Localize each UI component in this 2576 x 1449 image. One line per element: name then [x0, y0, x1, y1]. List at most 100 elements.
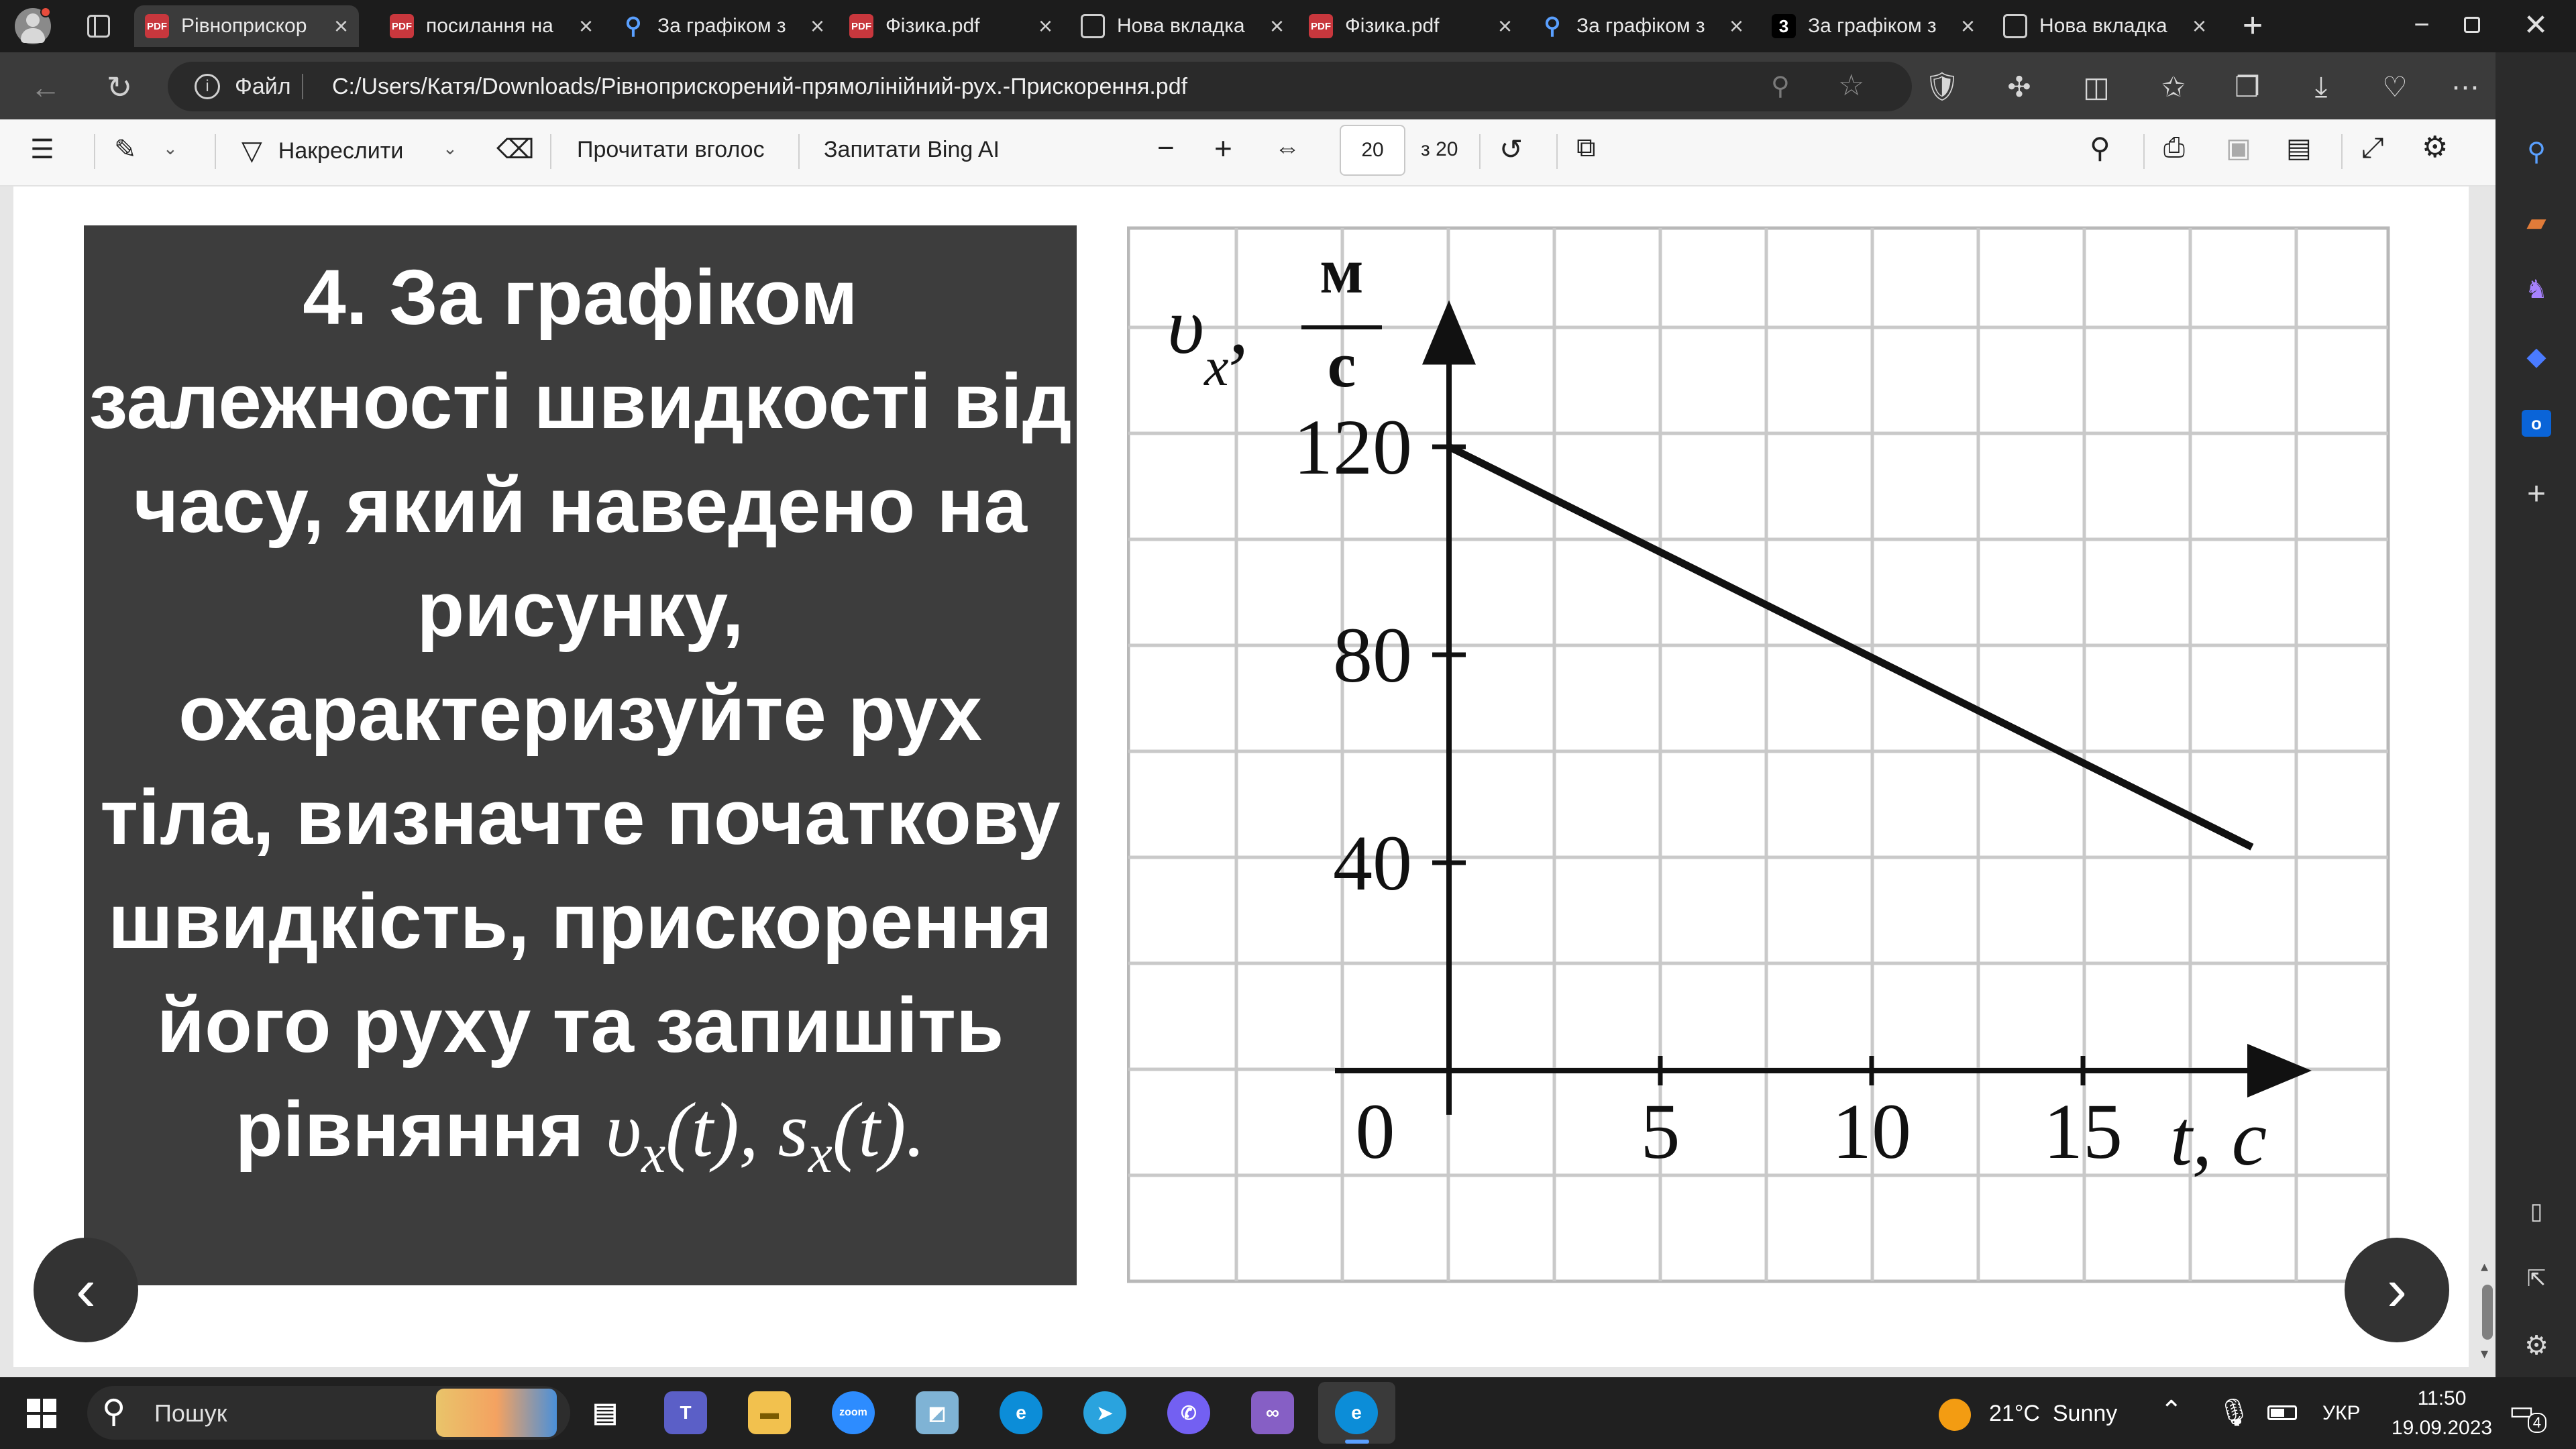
settings-more-icon[interactable]: ⋯ [2449, 70, 2482, 103]
tab[interactable]: PDF Фізика.pdf × [1298, 5, 1523, 47]
edge-browser-icon[interactable]: e [1000, 1391, 1042, 1434]
page-view-icon[interactable]: ⧉ [1576, 133, 1596, 163]
search-icon[interactable]: ⚲ [2519, 134, 2554, 169]
taskbar-search-box[interactable]: ⚲ Пошук [87, 1386, 570, 1440]
eq-subscript-2: x [808, 1124, 833, 1185]
find-icon[interactable]: ⚲ [2090, 131, 2110, 164]
tray-chevron-up-icon[interactable]: ⌃ [2160, 1395, 2183, 1426]
ask-bing-button[interactable]: Запитати Bing AI [824, 137, 1000, 163]
tab[interactable]: Нова вкладка × [1992, 5, 2217, 47]
x-axis-label: t, с [2170, 1094, 2267, 1182]
telegram-icon[interactable]: ➤ [1083, 1391, 1126, 1434]
notification-bell-icon[interactable]: 4 ▭ [2509, 1395, 2546, 1433]
close-tab-icon[interactable]: × [1270, 12, 1284, 40]
new-tab-button[interactable]: + [2234, 6, 2271, 45]
previous-page-button[interactable]: ‹ [34, 1238, 138, 1342]
close-tab-icon[interactable]: × [1729, 12, 1743, 40]
tab-actions-icon[interactable] [87, 15, 110, 38]
profile-avatar[interactable] [15, 7, 51, 44]
chevron-down-icon[interactable]: ⌄ [443, 138, 458, 159]
tab-strip: PDF Рівноприскор × PDF посилання на × ⚲ За граф… [0, 0, 2576, 52]
fit-width-icon[interactable]: ⇔ [1275, 134, 1300, 163]
downloads-icon[interactable]: ⤓ [2304, 70, 2338, 103]
x-tick-label: 15 [2043, 1087, 2123, 1175]
tab[interactable]: ⚲ За графіком з × [610, 5, 835, 47]
refresh-icon[interactable]: ↻ [102, 70, 137, 105]
contents-icon[interactable]: ☰ [30, 134, 54, 165]
battery-icon[interactable] [2267, 1405, 2297, 1420]
page-number-input[interactable]: 20 [1340, 125, 1405, 176]
shield-icon[interactable]: 🛡 [1924, 70, 1960, 103]
highlight-icon[interactable]: ✎ [114, 134, 137, 165]
tab[interactable]: PDF посилання на × [379, 5, 604, 47]
collections-icon[interactable]: ❐ [2231, 70, 2264, 103]
info-icon[interactable]: i [195, 74, 220, 99]
read-aloud-button[interactable]: Прочитати вголос [577, 137, 765, 163]
close-tab-icon[interactable]: × [579, 12, 593, 40]
close-tab-icon[interactable]: × [1498, 12, 1512, 40]
close-tab-icon[interactable]: × [1038, 12, 1053, 40]
windows-start-icon[interactable] [27, 1399, 56, 1428]
pdf-settings-gear-icon[interactable]: ⚙ [2422, 130, 2448, 164]
copilot-icon[interactable]: ◆ [2519, 339, 2554, 374]
print-icon[interactable]: ⎙ [2163, 133, 2185, 163]
tab[interactable]: PDF Фізика.pdf × [839, 5, 1063, 47]
teams-icon[interactable]: T [664, 1391, 707, 1434]
address-bar[interactable]: i Файл C:/Users/Катя/Downloads/Рівноприс… [168, 62, 1912, 111]
favorite-star-icon[interactable]: ☆ [1838, 68, 1872, 102]
minimize-button[interactable]: − [2402, 8, 2442, 42]
weather-text[interactable]: 21°C Sunny [1989, 1401, 2117, 1427]
save-as-icon[interactable]: ▤ [2286, 133, 2312, 164]
eraser-icon[interactable]: ⌫ [496, 134, 535, 165]
sidebar-settings-icon[interactable]: ⚙ [2519, 1328, 2554, 1363]
velocity-time-chart: 5 10 15 40 80 120 0 υx, мс t, с [1127, 226, 2390, 1283]
clock-time[interactable]: 11:50 [2402, 1387, 2482, 1410]
tab[interactable]: Нова вкладка × [1070, 5, 1295, 47]
microphone-icon[interactable]: 🎙 [2217, 1397, 2251, 1428]
clock-date[interactable]: 19.09.2023 [2375, 1417, 2509, 1440]
back-arrow-icon[interactable]: ← [28, 70, 63, 105]
next-page-button[interactable]: › [2345, 1238, 2449, 1342]
notes-app-icon[interactable]: ◩ [916, 1391, 959, 1434]
file-explorer-icon[interactable]: ▬ [748, 1391, 791, 1434]
tools-icon[interactable]: ▰ [2519, 205, 2554, 239]
fullscreen-icon[interactable]: ⤢ [2361, 131, 2384, 164]
tab[interactable]: ⚲ За графіком з × [1529, 5, 1754, 47]
pdf-icon: PDF [849, 14, 873, 38]
visual-studio-icon[interactable]: ∞ [1251, 1391, 1294, 1434]
edge-active-tile[interactable]: e [1318, 1382, 1395, 1444]
performance-icon[interactable]: ♡ [2378, 70, 2412, 103]
zoom-app-icon[interactable]: zoom [832, 1391, 875, 1434]
tab[interactable]: PDF Рівноприскор × [134, 5, 359, 47]
close-tab-icon[interactable]: × [334, 12, 348, 40]
sidebar-panel-icon[interactable]: ▯ [2519, 1194, 2554, 1229]
close-tab-icon[interactable]: × [2192, 12, 2206, 40]
language-indicator[interactable]: УКР [2322, 1402, 2361, 1425]
close-window-button[interactable]: ✕ [2509, 8, 2563, 42]
tab[interactable]: 3 За графіком з × [1761, 5, 1986, 47]
outlook-icon[interactable]: o [2519, 406, 2554, 441]
add-sidebar-app-icon[interactable]: + [2519, 476, 2554, 512]
origin-label: 0 [1356, 1087, 1395, 1175]
close-tab-icon[interactable]: × [1961, 12, 1975, 40]
viber-icon[interactable]: ✆ [1167, 1391, 1210, 1434]
scrollbar-thumb[interactable] [2482, 1285, 2493, 1340]
rotate-icon[interactable]: ↺ [1499, 133, 1523, 166]
task-view-icon[interactable]: ▤ [584, 1391, 627, 1434]
scrollbar-up-arrow[interactable]: ▴ [2481, 1258, 2488, 1275]
draw-button[interactable]: ▽ Накреслити [241, 136, 403, 166]
save-icon[interactable]: ▣ [2226, 133, 2251, 164]
weather-sun-icon[interactable] [1939, 1399, 1971, 1431]
favorites-icon[interactable]: ✩ [2157, 70, 2190, 103]
restore-button[interactable] [2442, 8, 2502, 42]
zoom-in-icon[interactable]: + [1214, 130, 1232, 166]
games-icon[interactable]: ♞ [2519, 272, 2554, 307]
zoom-out-icon[interactable]: − [1157, 131, 1175, 165]
chevron-down-icon[interactable]: ⌄ [163, 138, 178, 159]
split-screen-icon[interactable]: ◫ [2080, 70, 2113, 103]
close-tab-icon[interactable]: × [810, 12, 824, 40]
open-external-icon[interactable]: ⇱ [2519, 1261, 2554, 1296]
zoom-icon[interactable]: ⚲ [1771, 71, 1802, 102]
scrollbar-down-arrow[interactable]: ▾ [2481, 1345, 2488, 1362]
extensions-icon[interactable]: ✣ [2002, 70, 2036, 103]
